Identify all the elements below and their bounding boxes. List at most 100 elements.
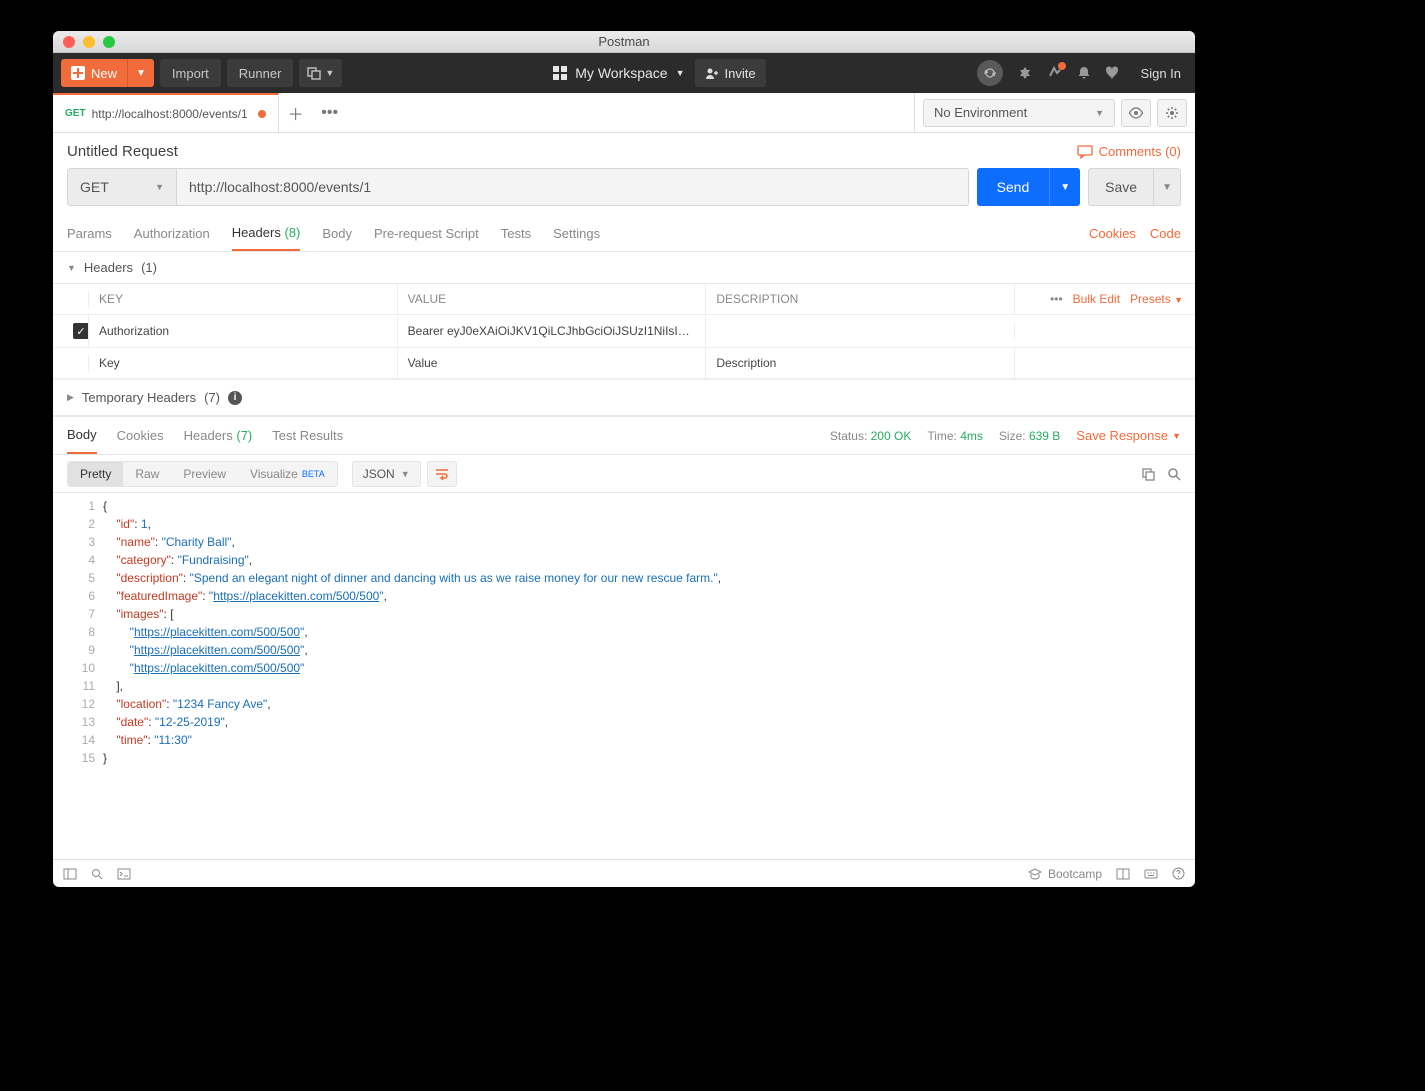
- search-icon[interactable]: [1167, 467, 1181, 481]
- line-gutter: 123456789101112131415: [53, 493, 103, 859]
- col-value: VALUE: [398, 284, 707, 314]
- bootcamp-button[interactable]: Bootcamp: [1028, 867, 1102, 881]
- tab-settings[interactable]: Settings: [553, 216, 600, 251]
- new-tab-button[interactable]: ＋: [279, 101, 313, 125]
- col-desc: DESCRIPTION: [706, 284, 1015, 314]
- workspace-label: My Workspace: [575, 65, 667, 81]
- comments-label: Comments (0): [1099, 144, 1181, 159]
- tab-params[interactable]: Params: [67, 216, 112, 251]
- url-input[interactable]: [177, 168, 969, 206]
- header-row-new: Key Value Description: [53, 348, 1195, 379]
- presets-link[interactable]: Presets ▼: [1130, 292, 1183, 306]
- invite-button[interactable]: Invite: [695, 59, 766, 87]
- workspace-selector[interactable]: My Workspace ▼: [553, 65, 684, 81]
- invite-icon: [705, 66, 719, 80]
- resp-tab-body[interactable]: Body: [67, 417, 97, 454]
- header-key-input[interactable]: Key: [89, 348, 398, 378]
- header-key[interactable]: Authorization: [89, 316, 398, 346]
- close-window-icon[interactable]: [63, 36, 75, 48]
- maximize-window-icon[interactable]: [103, 36, 115, 48]
- grid-icon: [553, 66, 567, 80]
- main-toolbar: New ▼ Import Runner ▼ My Workspace ▼ Inv…: [53, 53, 1195, 93]
- json-code: { "id": 1, "name": "Charity Ball", "cate…: [103, 493, 1195, 859]
- runner-button[interactable]: Runner: [227, 59, 294, 87]
- save-caret[interactable]: ▼: [1154, 168, 1181, 206]
- caret-right-icon: ▶: [67, 392, 74, 403]
- method-value: GET: [80, 179, 109, 195]
- col-key: KEY: [89, 284, 398, 314]
- request-name[interactable]: Untitled Request: [67, 143, 178, 160]
- save-response-button[interactable]: Save Response ▼: [1076, 428, 1181, 443]
- response-size: 639 B: [1029, 429, 1060, 443]
- send-caret[interactable]: ▼: [1049, 168, 1080, 206]
- headers-collapse[interactable]: ▼ Headers (1): [53, 252, 1195, 283]
- row-options-icon[interactable]: •••: [1050, 292, 1063, 306]
- response-area: Body Cookies Headers (7) Test Results St…: [53, 416, 1195, 859]
- request-tab[interactable]: GET http://localhost:8000/events/1: [53, 93, 279, 132]
- signin-button[interactable]: Sign In: [1135, 66, 1187, 81]
- tab-body[interactable]: Body: [322, 216, 352, 251]
- cookies-link[interactable]: Cookies: [1089, 226, 1136, 241]
- new-button-label: New: [91, 66, 117, 81]
- method-select[interactable]: GET ▼: [67, 168, 177, 206]
- minimize-window-icon[interactable]: [83, 36, 95, 48]
- environment-select[interactable]: No Environment ▼: [923, 99, 1115, 127]
- bulk-edit-link[interactable]: Bulk Edit: [1073, 292, 1120, 306]
- header-desc[interactable]: [706, 323, 1015, 339]
- header-desc-input[interactable]: Description: [706, 348, 1015, 378]
- sync-icon[interactable]: [977, 60, 1003, 86]
- open-new-window-button[interactable]: ▼: [299, 59, 342, 87]
- status-code: 200 OK: [871, 429, 912, 443]
- layout-icon[interactable]: [1116, 868, 1130, 880]
- find-icon[interactable]: [91, 868, 103, 880]
- unsaved-indicator-icon: [258, 110, 266, 118]
- bell-icon[interactable]: [1077, 65, 1091, 81]
- resp-tab-testresults[interactable]: Test Results: [272, 417, 343, 454]
- chevron-down-icon: ▼: [676, 68, 685, 78]
- temporary-headers-collapse[interactable]: ▶ Temporary Headers (7) i: [53, 379, 1195, 415]
- view-pretty[interactable]: Pretty: [68, 462, 123, 486]
- response-body[interactable]: 123456789101112131415 { "id": 1, "name":…: [53, 493, 1195, 859]
- copy-icon[interactable]: [1141, 467, 1155, 481]
- environment-settings-button[interactable]: [1157, 99, 1187, 127]
- header-enabled-checkbox[interactable]: ✓: [73, 323, 89, 339]
- line-wrap-button[interactable]: [427, 461, 457, 487]
- view-raw[interactable]: Raw: [123, 462, 171, 486]
- header-value[interactable]: Bearer eyJ0eXAiOiJKV1QiLCJhbGciOiJSUzI1N…: [398, 316, 707, 346]
- heart-icon[interactable]: [1105, 66, 1121, 80]
- view-preview[interactable]: Preview: [171, 462, 238, 486]
- window-traffic-lights: [53, 36, 115, 48]
- help-icon[interactable]: [1172, 867, 1185, 880]
- tab-authorization[interactable]: Authorization: [134, 216, 210, 251]
- save-button[interactable]: Save: [1088, 168, 1154, 206]
- new-button[interactable]: New ▼: [61, 59, 154, 87]
- console-icon[interactable]: [117, 868, 131, 880]
- format-select[interactable]: JSON ▼: [352, 461, 421, 487]
- response-time: 4ms: [960, 429, 983, 443]
- import-button[interactable]: Import: [160, 59, 221, 87]
- statusbar: Bootcamp: [53, 859, 1195, 887]
- tab-url: http://localhost:8000/events/1: [92, 107, 248, 121]
- comments-button[interactable]: Comments (0): [1077, 144, 1181, 159]
- keyboard-icon[interactable]: [1144, 869, 1158, 879]
- settings-icon[interactable]: [1047, 65, 1063, 81]
- tab-options-button[interactable]: •••: [313, 104, 347, 122]
- sidebar-toggle-icon[interactable]: [63, 868, 77, 880]
- tab-prerequest[interactable]: Pre-request Script: [374, 216, 479, 251]
- notification-badge: [1058, 62, 1066, 70]
- resp-tab-cookies[interactable]: Cookies: [117, 417, 164, 454]
- code-link[interactable]: Code: [1150, 226, 1181, 241]
- send-button[interactable]: Send: [977, 168, 1050, 206]
- tab-headers[interactable]: Headers (8): [232, 216, 301, 251]
- new-button-caret[interactable]: ▼: [127, 59, 154, 87]
- plus-icon: [71, 66, 85, 80]
- environment-quicklook-button[interactable]: [1121, 99, 1151, 127]
- resp-tab-headers[interactable]: Headers (7): [184, 417, 253, 454]
- header-value-input[interactable]: Value: [398, 348, 707, 378]
- chevron-down-icon: ▼: [1095, 108, 1104, 118]
- capture-icon[interactable]: [1017, 65, 1033, 81]
- tab-tests[interactable]: Tests: [501, 216, 531, 251]
- info-icon[interactable]: i: [228, 391, 242, 405]
- view-visualize[interactable]: Visualize BETA: [238, 462, 337, 486]
- titlebar: Postman: [53, 31, 1195, 53]
